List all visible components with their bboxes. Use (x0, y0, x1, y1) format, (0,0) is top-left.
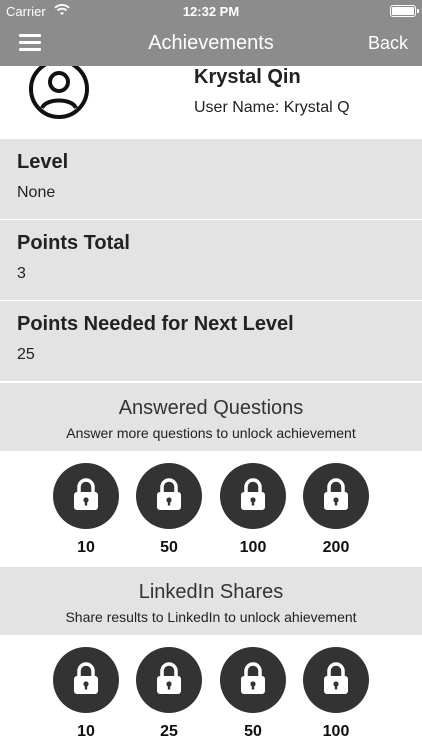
section-subtitle: Answer more questions to unlock achievem… (66, 425, 356, 441)
badge-threshold: 50 (244, 723, 262, 740)
profile-username: User Name: Krystal Q (194, 99, 350, 116)
level-row: Level None (0, 139, 422, 220)
achievement-badge[interactable]: 50 (136, 463, 202, 557)
points-needed-label: Points Needed for Next Level (17, 313, 294, 335)
badge-threshold: 200 (322, 539, 350, 556)
badge-threshold: 50 (160, 539, 178, 556)
level-value: None (17, 184, 56, 201)
section-title: Answered Questions (118, 397, 304, 419)
achievement-badge[interactable]: 25 (136, 647, 202, 741)
badge-threshold: 10 (77, 539, 95, 556)
lock-icon (136, 647, 202, 713)
page-title: Achievements (148, 32, 274, 54)
points-total-row: Points Total 3 (0, 220, 422, 301)
achievement-badge[interactable]: 100 (303, 647, 369, 741)
achievement-badge[interactable]: 10 (53, 463, 119, 557)
lock-icon (53, 463, 119, 529)
back-button[interactable]: Back (368, 33, 408, 54)
lock-icon (220, 463, 286, 529)
achievement-badge[interactable]: 200 (303, 463, 369, 557)
linkedin-shares-badges: 10 25 50 100 (0, 635, 422, 751)
lock-icon (303, 463, 369, 529)
answered-questions-badges: 10 50 100 200 (0, 451, 422, 567)
badge-threshold: 25 (160, 723, 178, 740)
achievement-badge[interactable]: 10 (53, 647, 119, 741)
profile-header: Krystal Qin User Name: Krystal Q (0, 66, 422, 139)
user-circle-icon (28, 66, 90, 120)
badge-threshold: 10 (77, 723, 95, 740)
points-needed-value: 25 (17, 346, 35, 363)
section-title: LinkedIn Shares (138, 581, 284, 603)
status-time: 12:32 PM (182, 4, 240, 19)
lock-icon (53, 647, 119, 713)
lock-icon (220, 647, 286, 713)
points-needed-row: Points Needed for Next Level 25 (0, 301, 422, 382)
battery-icon (390, 5, 419, 17)
badge-threshold: 100 (239, 539, 267, 556)
badge-threshold: 100 (322, 723, 350, 740)
achievement-badge[interactable]: 50 (220, 647, 286, 741)
achievement-badge[interactable]: 100 (220, 463, 286, 557)
profile-name: Krystal Qin (194, 66, 301, 88)
lock-icon (303, 647, 369, 713)
points-total-value: 3 (17, 265, 26, 282)
lock-icon (136, 463, 202, 529)
level-label: Level (17, 151, 69, 173)
section-subtitle: Share results to LinkedIn to unlock ahie… (65, 609, 357, 625)
linkedin-shares-header: LinkedIn Shares Share results to LinkedI… (0, 567, 422, 635)
answered-questions-header: Answered Questions Answer more questions… (0, 383, 422, 451)
points-total-label: Points Total (17, 232, 130, 254)
status-bar: Carrier 12:32 PM (0, 0, 422, 22)
navigation-bar: Achievements Back (0, 22, 422, 66)
